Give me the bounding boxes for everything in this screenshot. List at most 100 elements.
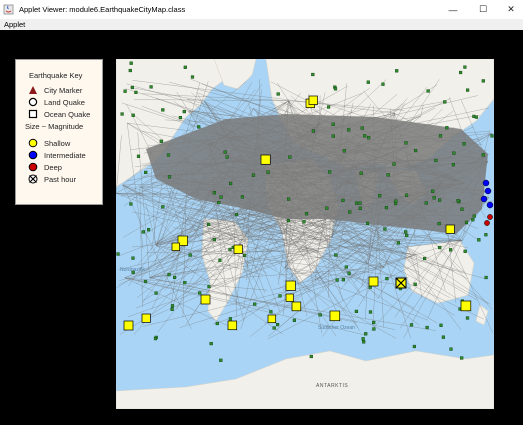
city-marker: [394, 199, 398, 203]
key-label-ocean-quake: Ocean Quake: [44, 109, 91, 119]
city-marker-triangle-icon: [28, 85, 38, 95]
past-hour-cross-icon: [28, 174, 38, 184]
menu-applet[interactable]: Applet: [4, 20, 25, 29]
city-marker: [198, 291, 202, 295]
city-marker: [166, 153, 171, 157]
quake-intermediate-marker[interactable]: [486, 201, 494, 209]
label-antarctica: ANTARKTIS: [316, 383, 348, 389]
land-quake-circle-icon: [28, 97, 38, 107]
ocean-quake-shallow-marker[interactable]: [285, 293, 294, 302]
city-marker: [217, 200, 221, 205]
city-marker: [269, 310, 273, 314]
earthquake-world-map[interactable]: Nordpazifik Südlicher Ozean ANTARKTIS: [116, 59, 494, 409]
city-marker: [464, 220, 469, 224]
city-marker: [131, 113, 135, 117]
city-marker: [361, 337, 365, 341]
quake-intermediate-marker[interactable]: [484, 187, 492, 195]
city-marker: [344, 265, 348, 269]
ocean-quake-shallow-marker[interactable]: [233, 244, 243, 254]
ocean-quake-shallow-marker[interactable]: [227, 320, 238, 331]
city-marker: [331, 122, 335, 126]
minimize-button[interactable]: —: [438, 0, 468, 19]
city-marker: [347, 271, 351, 275]
key-label-intermediate: Intermediate: [44, 150, 86, 160]
city-marker: [286, 218, 291, 223]
menu-bar: Applet: [0, 19, 523, 30]
city-marker: [441, 335, 445, 339]
city-marker: [341, 198, 345, 202]
city-marker: [462, 142, 466, 146]
city-marker: [278, 294, 282, 298]
key-size-magnitude: Size ~ Magnitude: [25, 122, 84, 131]
city-marker: [348, 210, 352, 214]
ocean-quake-shallow-marker[interactable]: [445, 224, 455, 234]
ocean-quake-shallow-marker[interactable]: [267, 314, 277, 324]
city-marker: [490, 134, 494, 138]
window-title-bar[interactable]: Applet Viewer: module6.EarthquakeCityMap…: [0, 0, 523, 19]
city-marker: [396, 241, 400, 245]
quake-deep-marker[interactable]: [484, 220, 490, 226]
city-marker: [359, 171, 363, 175]
city-marker: [173, 275, 177, 279]
city-marker: [481, 153, 485, 157]
ocean-quake-shallow-marker[interactable]: [460, 300, 472, 312]
key-label-deep: Deep: [44, 162, 62, 172]
ocean-quake-shallow-marker[interactable]: [329, 310, 341, 322]
city-marker: [302, 220, 306, 224]
ocean-quake-square-icon: [28, 109, 38, 119]
city-marker: [423, 256, 427, 261]
city-marker: [354, 201, 359, 205]
ocean-quake-shallow-marker[interactable]: [171, 242, 180, 251]
city-marker: [207, 284, 211, 289]
city-marker: [437, 221, 441, 226]
ocean-quake-shallow-marker[interactable]: [141, 313, 151, 323]
city-marker: [170, 304, 175, 308]
city-marker: [378, 194, 382, 198]
quake-intermediate-marker[interactable]: [482, 179, 490, 187]
city-marker: [188, 253, 192, 257]
ocean-quake-shallow-marker[interactable]: [123, 320, 134, 331]
city-marker: [183, 65, 187, 69]
ocean-quake-shallow-marker[interactable]: [291, 301, 302, 312]
city-marker: [219, 195, 223, 199]
city-marker: [253, 302, 257, 306]
city-marker: [311, 72, 315, 77]
city-marker: [331, 134, 335, 138]
ocean-quake-shallow-marker[interactable]: [308, 95, 318, 105]
city-marker: [242, 253, 247, 257]
ocean-quake-shallow-marker[interactable]: [260, 154, 271, 165]
city-marker: [484, 233, 488, 237]
city-marker: [413, 282, 417, 286]
shallow-yellow-circle-icon: [28, 138, 38, 148]
maximize-button[interactable]: ☐: [468, 0, 498, 19]
ocean-quake-shallow-marker[interactable]: [285, 280, 296, 291]
city-marker: [358, 201, 362, 205]
city-marker: [438, 198, 442, 202]
city-marker: [409, 323, 414, 327]
city-marker: [385, 276, 389, 281]
city-marker: [154, 291, 158, 295]
quake-deep-marker[interactable]: [487, 214, 493, 220]
ocean-quake-shallow-marker[interactable]: [200, 294, 211, 305]
city-marker: [465, 316, 470, 320]
ocean-quake-shallow-marker[interactable]: [368, 276, 379, 287]
city-marker: [328, 170, 332, 174]
city-marker: [484, 275, 488, 280]
city-marker: [432, 196, 436, 200]
key-row-shallow: Shallow: [28, 138, 70, 148]
city-marker: [215, 321, 219, 326]
quake-intermediate-marker[interactable]: [480, 195, 488, 203]
city-marker: [182, 110, 186, 114]
close-button[interactable]: ✕: [496, 0, 523, 19]
city-marker: [197, 125, 201, 129]
city-marker: [364, 332, 368, 336]
city-marker: [335, 278, 339, 282]
city-marker: [225, 155, 229, 159]
label-southern-ocean: Südlicher Ozean: [318, 325, 355, 331]
city-marker: [228, 181, 233, 186]
city-marker: [404, 141, 408, 145]
key-title: Earthquake Key: [29, 71, 83, 80]
city-marker: [384, 205, 388, 210]
past-hour-quake-marker[interactable]: [395, 277, 407, 289]
city-marker: [463, 249, 467, 253]
